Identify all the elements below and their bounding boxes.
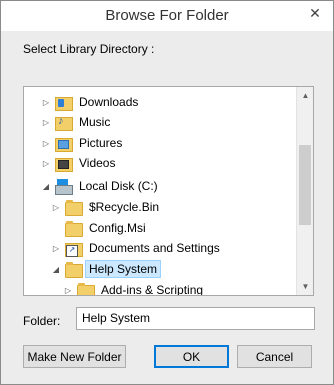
scrollbar-thumb[interactable] — [299, 145, 311, 225]
videos-folder-icon — [55, 156, 73, 172]
tree-item-label: Downloads — [79, 95, 139, 109]
folder-field[interactable]: Help System — [76, 307, 315, 330]
folder-icon — [65, 221, 83, 237]
title-bar: Browse For Folder ✕ — [1, 1, 333, 31]
folder-icon — [65, 200, 83, 216]
folder-tree[interactable]: ▷ Downloads ▷ Music ▷ Pictures ▷ Videos — [23, 86, 314, 296]
tree-item-local-disk[interactable]: ◢ Local Disk (C:) — [41, 176, 162, 196]
expand-arrow-icon[interactable]: ▷ — [63, 284, 73, 295]
dialog-title: Browse For Folder — [105, 7, 229, 24]
tree-item-videos[interactable]: ▷ Videos — [41, 153, 119, 173]
expand-arrow-icon[interactable]: ▷ — [41, 116, 51, 128]
scroll-up-button[interactable]: ▲ — [297, 87, 313, 104]
scroll-down-button[interactable]: ▼ — [297, 278, 313, 295]
scroll-up-icon: ▲ — [301, 91, 310, 100]
tree-item-add-ins-scripting[interactable]: ▷ Add-ins & Scripting — [63, 280, 207, 295]
folder-icon — [65, 262, 83, 278]
tree-item-recycle-bin[interactable]: ▷ $Recycle.Bin — [51, 197, 163, 217]
music-folder-icon — [55, 115, 73, 131]
tree-item-label: Add-ins & Scripting — [101, 283, 204, 295]
instruction-label: Select Library Directory : — [23, 42, 155, 56]
folder-icon — [77, 283, 95, 295]
vertical-scrollbar[interactable]: ▲ ▼ — [296, 87, 313, 295]
tree-item-label: Music — [79, 115, 111, 129]
tree-item-help-system[interactable]: ◢ Help System — [51, 259, 162, 279]
folder-tree-viewport: ▷ Downloads ▷ Music ▷ Pictures ▷ Videos — [24, 87, 296, 295]
expand-arrow-icon[interactable]: ▷ — [51, 242, 61, 254]
local-disk-icon — [55, 179, 73, 195]
close-button[interactable]: ✕ — [303, 3, 327, 23]
tree-item-label: Videos — [79, 156, 116, 170]
scroll-down-icon: ▼ — [301, 282, 310, 291]
tree-item-music[interactable]: ▷ Music — [41, 112, 114, 132]
tree-item-config-msi[interactable]: Config.Msi — [65, 218, 150, 238]
close-icon: ✕ — [309, 4, 321, 21]
cancel-button[interactable]: Cancel — [237, 345, 312, 368]
tree-item-pictures[interactable]: ▷ Pictures — [41, 133, 126, 153]
expand-arrow-icon[interactable]: ▷ — [51, 201, 61, 213]
expand-arrow-icon[interactable]: ▷ — [41, 96, 51, 108]
shortcut-folder-icon — [65, 241, 83, 257]
collapse-arrow-icon[interactable]: ◢ — [51, 263, 61, 275]
folder-field-label: Folder: — [23, 314, 61, 328]
tree-item-documents-and-settings[interactable]: ▷ Documents and Settings — [51, 238, 224, 258]
make-new-folder-button[interactable]: Make New Folder — [23, 345, 126, 368]
pictures-folder-icon — [55, 136, 73, 152]
tree-item-downloads[interactable]: ▷ Downloads — [41, 92, 142, 112]
tree-item-label: Help System — [85, 260, 162, 278]
downloads-folder-icon — [55, 95, 73, 111]
tree-item-label: Config.Msi — [89, 221, 146, 235]
tree-item-label: Pictures — [79, 136, 123, 150]
tree-item-label: $Recycle.Bin — [89, 200, 160, 214]
tree-item-label: Documents and Settings — [89, 241, 220, 255]
tree-item-label: Local Disk (C:) — [79, 179, 158, 193]
browse-for-folder-dialog: Browse For Folder ✕ Select Library Direc… — [0, 0, 334, 385]
ok-button[interactable]: OK — [154, 345, 229, 368]
expand-arrow-icon[interactable]: ▷ — [41, 137, 51, 149]
collapse-arrow-icon[interactable]: ◢ — [41, 180, 51, 192]
expand-arrow-icon[interactable]: ▷ — [41, 157, 51, 169]
